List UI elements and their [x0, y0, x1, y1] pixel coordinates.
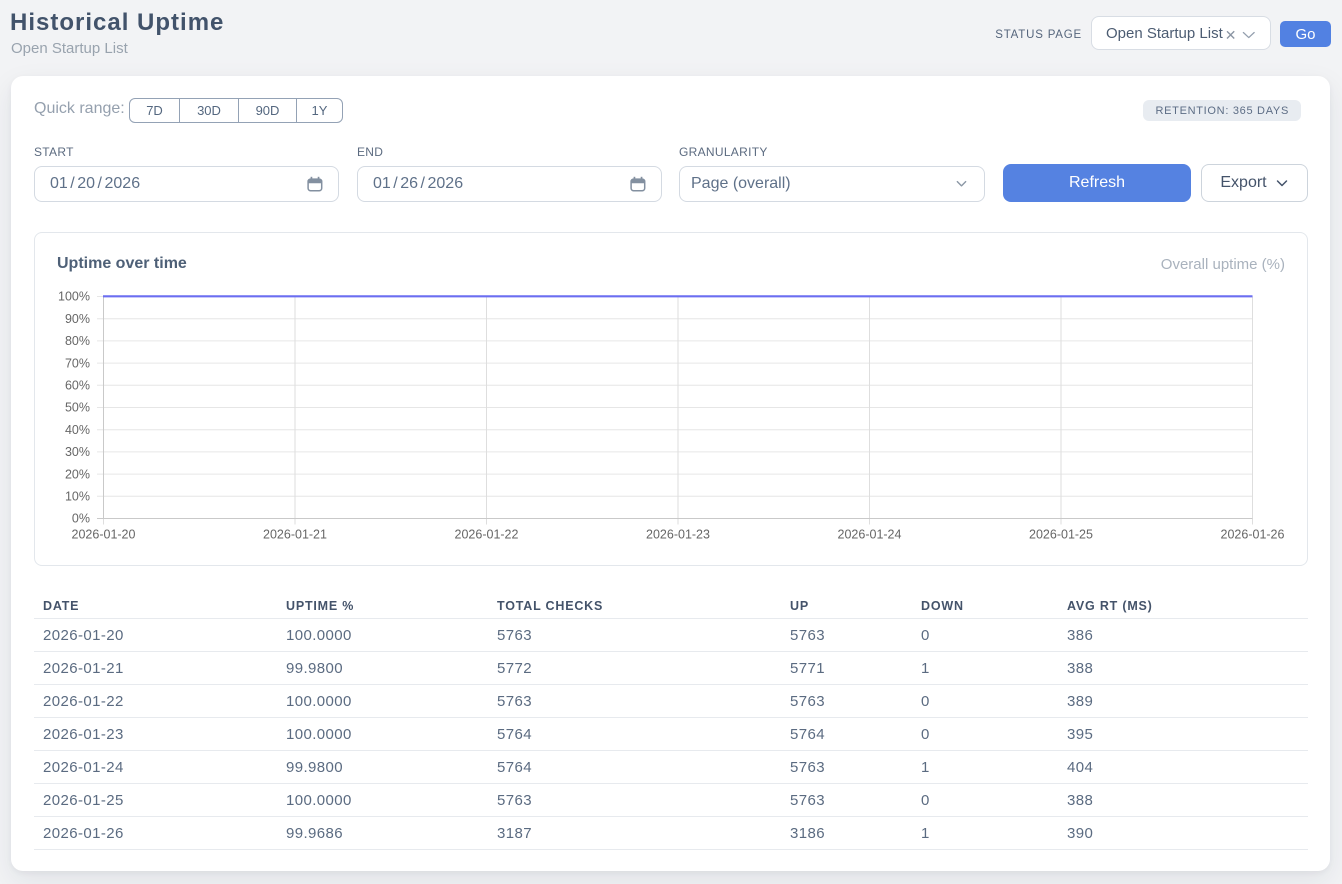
svg-text:2026-01-25: 2026-01-25	[1029, 528, 1093, 542]
svg-text:2026-01-23: 2026-01-23	[646, 528, 710, 542]
svg-text:80%: 80%	[65, 334, 90, 348]
svg-text:90%: 90%	[65, 312, 90, 326]
svg-text:0%: 0%	[72, 512, 90, 526]
svg-text:40%: 40%	[65, 423, 90, 437]
svg-text:2026-01-20: 2026-01-20	[72, 528, 136, 542]
svg-text:2026-01-21: 2026-01-21	[263, 528, 327, 542]
svg-text:30%: 30%	[65, 445, 90, 459]
svg-text:2026-01-22: 2026-01-22	[455, 528, 519, 542]
svg-text:70%: 70%	[65, 356, 90, 370]
svg-text:10%: 10%	[65, 490, 90, 504]
svg-text:60%: 60%	[65, 379, 90, 393]
svg-text:2026-01-24: 2026-01-24	[838, 528, 902, 542]
svg-text:100%: 100%	[58, 290, 90, 304]
svg-text:20%: 20%	[65, 467, 90, 481]
svg-text:50%: 50%	[65, 401, 90, 415]
svg-text:2026-01-26: 2026-01-26	[1221, 528, 1285, 542]
